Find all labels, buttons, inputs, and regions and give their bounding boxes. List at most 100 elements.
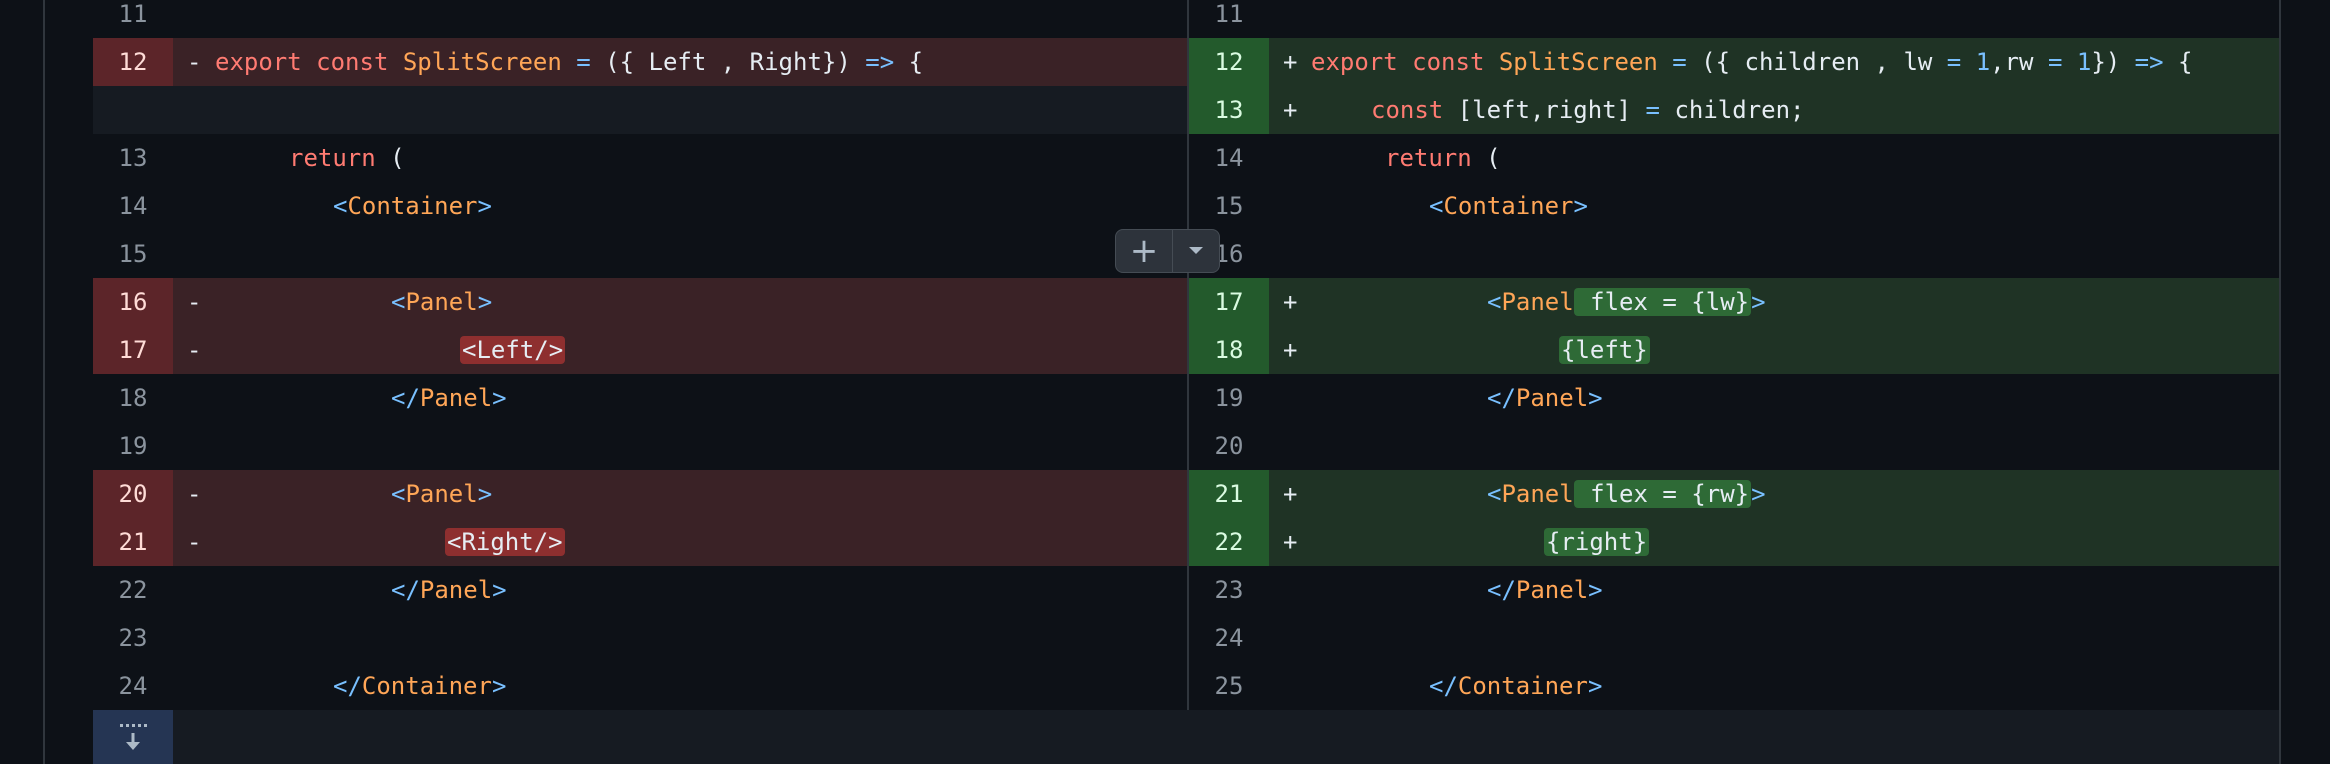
code-token: = bbox=[561, 48, 606, 76]
line-number[interactable]: 23 bbox=[93, 614, 173, 662]
line-number[interactable]: 17 bbox=[1189, 278, 1269, 326]
diff-line-left: 11 bbox=[93, 0, 1187, 38]
line-number[interactable]: 14 bbox=[93, 182, 173, 230]
deletion-marker: - bbox=[187, 288, 202, 316]
gutter-border bbox=[2279, 0, 2281, 764]
diff-line-right: 19 </Panel> bbox=[1189, 374, 2279, 422]
split-diff-view: 11 11 12 - export const SplitScreen = ({ … bbox=[0, 0, 2330, 764]
code-line: <Container> bbox=[1269, 182, 2279, 230]
line-number[interactable]: 22 bbox=[1189, 518, 1269, 566]
line-number[interactable]: 20 bbox=[1189, 422, 1269, 470]
code-token: Panel bbox=[419, 576, 493, 604]
code-token: > bbox=[477, 480, 493, 508]
deletion-marker: - bbox=[187, 480, 202, 508]
code-token: Panel bbox=[1515, 384, 1589, 412]
plus-icon[interactable]: + bbox=[1116, 230, 1173, 272]
code-token-highlight: <Left/> bbox=[460, 336, 566, 364]
add-comment-button[interactable]: + bbox=[1115, 229, 1220, 273]
code-token: </ bbox=[391, 576, 420, 604]
expand-down-button[interactable] bbox=[93, 710, 173, 764]
code-token: </ bbox=[333, 672, 362, 700]
code-line: + <Panel flex = {lw}> bbox=[1269, 278, 2279, 326]
code-token: < bbox=[391, 480, 406, 508]
code-token: SplitScreen bbox=[1498, 48, 1658, 76]
code-token: children; bbox=[1674, 96, 1805, 124]
code-line: - <Panel> bbox=[173, 278, 1187, 326]
diff-line-right: 20 bbox=[1189, 422, 2279, 470]
code-line: + export const SplitScreen = ({ children … bbox=[1269, 38, 2279, 86]
code-token: const bbox=[1371, 96, 1458, 124]
code-token: < bbox=[391, 288, 406, 316]
line-number[interactable]: 19 bbox=[1189, 374, 1269, 422]
diff-line-right: 25 </Container> bbox=[1189, 662, 2279, 710]
code-token: > bbox=[491, 672, 507, 700]
line-number[interactable]: 13 bbox=[1189, 86, 1269, 134]
diff-line-left-deleted: 17 - <Left/> bbox=[93, 326, 1187, 374]
code-line: </Container> bbox=[173, 662, 1187, 710]
line-number[interactable]: 11 bbox=[93, 0, 173, 38]
code-token: = bbox=[1946, 48, 1962, 76]
diff-line-left: 13 return ( bbox=[93, 134, 1187, 182]
code-token: Container bbox=[361, 672, 492, 700]
addition-marker: + bbox=[1283, 528, 1298, 556]
code-token: > bbox=[477, 288, 493, 316]
code-line: </Panel> bbox=[1269, 566, 2279, 614]
line-number[interactable]: 13 bbox=[93, 134, 173, 182]
line-number[interactable]: 21 bbox=[93, 518, 173, 566]
line-number[interactable]: 18 bbox=[1189, 326, 1269, 374]
line-number[interactable]: 15 bbox=[1189, 182, 1269, 230]
code-token: ,rw bbox=[1990, 48, 2048, 76]
line-number[interactable]: 17 bbox=[93, 326, 173, 374]
line-number[interactable]: 12 bbox=[1189, 38, 1269, 86]
code-token: Panel bbox=[1501, 480, 1574, 508]
line-number bbox=[93, 86, 173, 134]
line-number[interactable]: 19 bbox=[93, 422, 173, 470]
diff-line-right: 15 <Container> bbox=[1189, 182, 2279, 230]
code-token: Container bbox=[347, 192, 478, 220]
code-line bbox=[173, 86, 1187, 134]
code-token: = bbox=[2047, 48, 2063, 76]
line-number[interactable]: 15 bbox=[93, 230, 173, 278]
diff-line-right: 23 </Panel> bbox=[1189, 566, 2279, 614]
code-line: + const [left,right] = children; bbox=[1269, 86, 2279, 134]
line-number[interactable]: 25 bbox=[1189, 662, 1269, 710]
line-number[interactable]: 24 bbox=[93, 662, 173, 710]
code-token: [left,right] bbox=[1457, 96, 1632, 124]
line-number[interactable]: 12 bbox=[93, 38, 173, 86]
line-number[interactable]: 11 bbox=[1189, 0, 1269, 38]
line-number[interactable]: 14 bbox=[1189, 134, 1269, 182]
line-number[interactable]: 23 bbox=[1189, 566, 1269, 614]
diff-line-left-deleted: 20 - <Panel> bbox=[93, 470, 1187, 518]
code-token: { bbox=[2178, 48, 2193, 76]
code-token: ({ children , lw bbox=[1701, 48, 1947, 76]
split-divider bbox=[1187, 0, 1189, 710]
code-token: < bbox=[1487, 480, 1502, 508]
chevron-down-icon[interactable] bbox=[1173, 230, 1219, 272]
line-number[interactable]: 20 bbox=[93, 470, 173, 518]
line-number[interactable]: 21 bbox=[1189, 470, 1269, 518]
line-number[interactable]: 16 bbox=[93, 278, 173, 326]
code-token: = bbox=[1631, 96, 1675, 124]
code-line: + <Panel flex = {rw}> bbox=[1269, 470, 2279, 518]
code-line: + {left} bbox=[1269, 326, 2279, 374]
line-number[interactable]: 22 bbox=[93, 566, 173, 614]
diff-line-left-deleted: 21 - <Right/> bbox=[93, 518, 1187, 566]
code-token: Panel bbox=[1515, 576, 1589, 604]
diff-line-left: 14 <Container> bbox=[93, 182, 1187, 230]
code-token: Panel bbox=[419, 384, 493, 412]
diff-line-right: 11 bbox=[1189, 0, 2279, 38]
diff-line-left: 19 bbox=[93, 422, 1187, 470]
code-token: return bbox=[1385, 144, 1472, 172]
code-token: export const bbox=[1311, 48, 1499, 76]
code-token-highlight: {right} bbox=[1544, 528, 1650, 556]
diff-line-left: 18 </Panel> bbox=[93, 374, 1187, 422]
diff-line-left: 15 bbox=[93, 230, 1187, 278]
line-number[interactable]: 18 bbox=[93, 374, 173, 422]
code-token: > bbox=[1588, 576, 1603, 604]
line-number[interactable]: 24 bbox=[1189, 614, 1269, 662]
